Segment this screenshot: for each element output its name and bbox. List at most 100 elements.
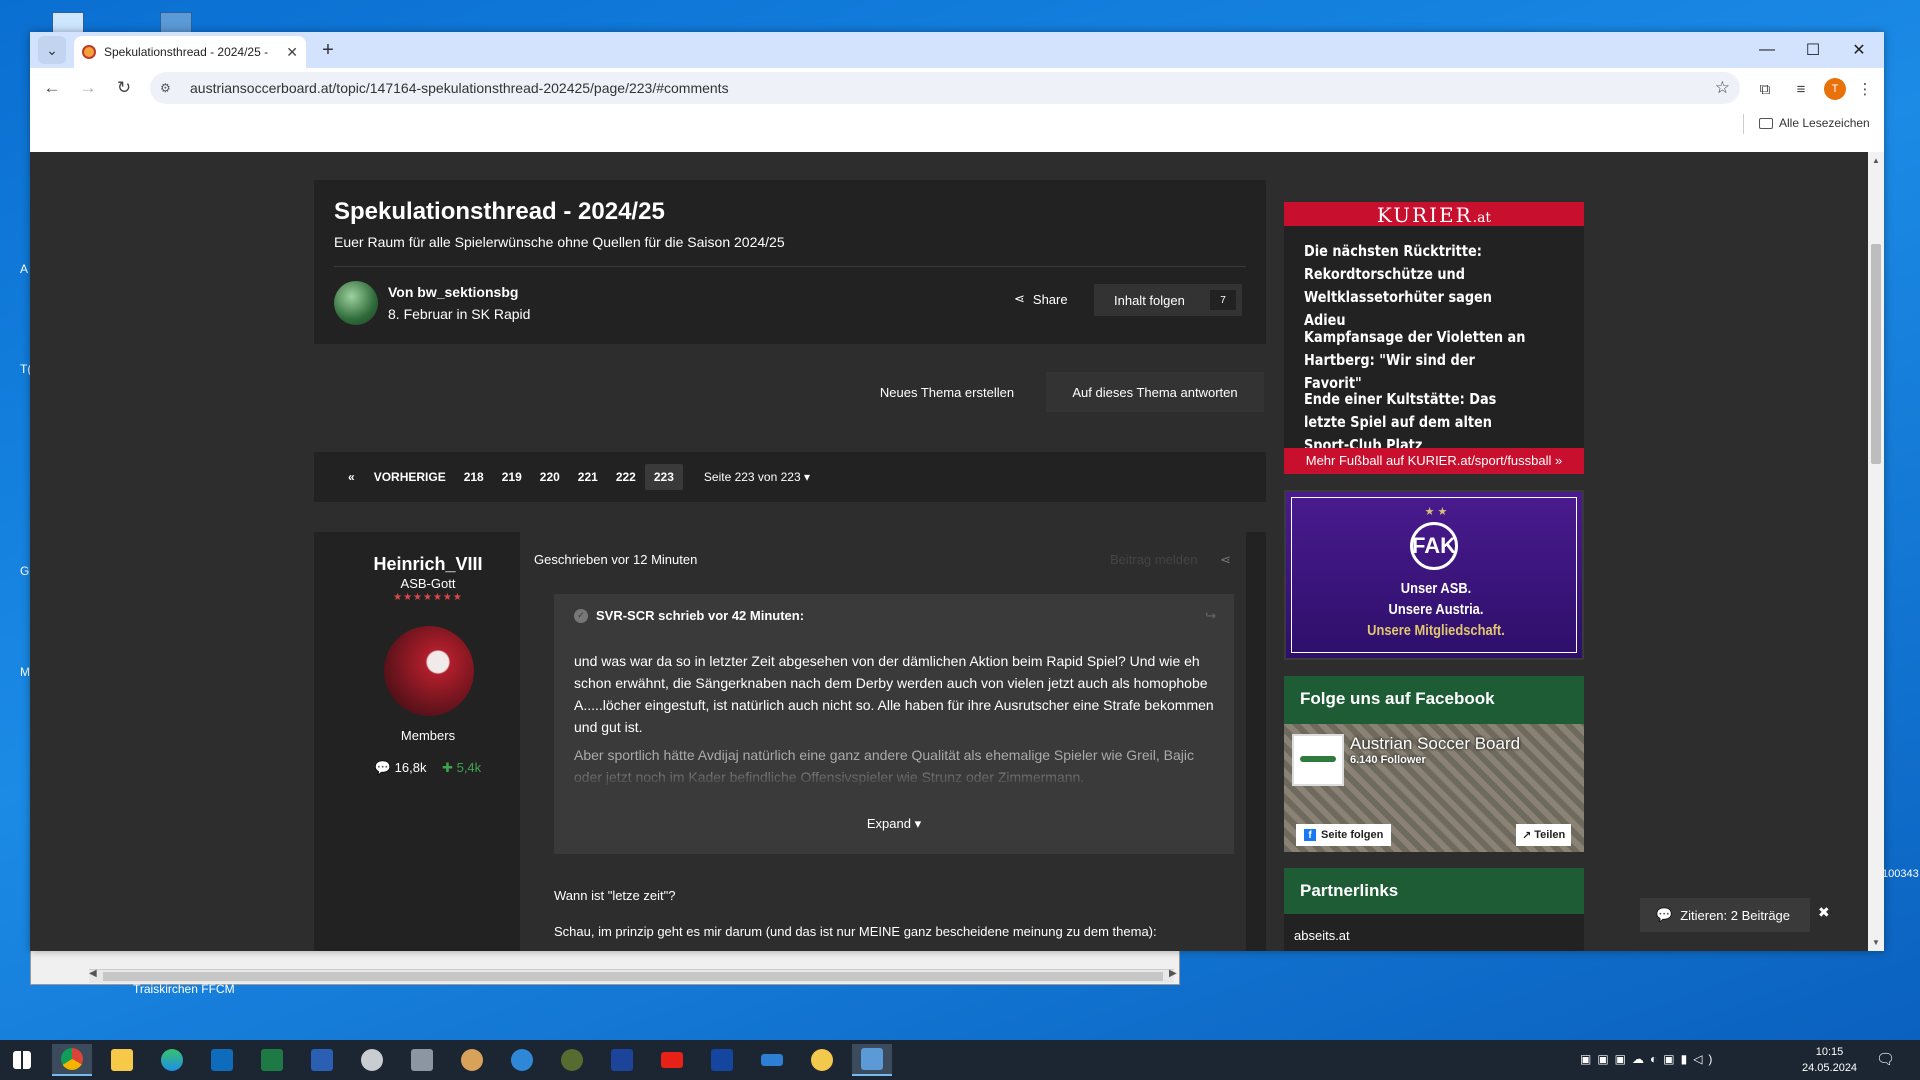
facebook-widget: Folge uns auf Facebook Austrian Soccer B… bbox=[1284, 676, 1584, 852]
expand-quote-button[interactable]: Expand ▾ bbox=[554, 816, 1234, 832]
media-controls-icon[interactable]: ≡ bbox=[1790, 78, 1812, 100]
page-link[interactable]: 218 bbox=[455, 464, 493, 490]
background-window[interactable]: ◀ ▶ bbox=[30, 945, 1180, 985]
first-page-icon[interactable]: « bbox=[334, 464, 365, 490]
austria-membership-banner[interactable]: ★ ★ FAK Unser ASB. Unsere Austria. Unser… bbox=[1284, 490, 1584, 660]
close-icon[interactable]: ✖ bbox=[1818, 904, 1830, 921]
youtube-taskbar-icon[interactable] bbox=[652, 1044, 692, 1076]
multiquote-label: Zitieren: 2 Beiträge bbox=[1680, 907, 1791, 923]
thread-date: 8. Februar in SK Rapid bbox=[388, 306, 531, 322]
goto-quote-icon[interactable]: ↪ bbox=[1205, 608, 1216, 624]
post-timestamp[interactable]: Geschrieben vor 12 Minuten bbox=[534, 552, 697, 567]
app-taskbar-icon[interactable] bbox=[802, 1044, 842, 1076]
app-taskbar-icon[interactable] bbox=[352, 1044, 392, 1076]
app-taskbar-icon[interactable] bbox=[752, 1044, 792, 1076]
facebook-share-button[interactable]: ↗ Teilen bbox=[1516, 824, 1572, 846]
page-scrollbar[interactable]: ▲ ▼ bbox=[1868, 152, 1884, 951]
tab-search-button[interactable]: ⌄ bbox=[38, 36, 66, 64]
browser-tab[interactable]: Spekulationsthread - 2024/25 - ✕ bbox=[74, 36, 306, 68]
new-tab-button[interactable]: + bbox=[314, 36, 342, 64]
news-headline[interactable]: Kampfansage der Violetten an Hartberg: "… bbox=[1304, 326, 1536, 395]
site-info-icon[interactable]: ⚙ bbox=[160, 81, 178, 95]
page-jump-dropdown[interactable]: Seite 223 von 223 ▾ bbox=[695, 464, 819, 490]
scroll-down-icon[interactable]: ▼ bbox=[1872, 938, 1880, 947]
app-taskbar-icon[interactable] bbox=[852, 1044, 892, 1076]
kurier-logo[interactable]: KURIER.at bbox=[1284, 202, 1584, 227]
system-tray-icons[interactable]: ▣▣▣☁◐▣▮◁) bbox=[1580, 1052, 1718, 1066]
divider bbox=[334, 266, 1246, 267]
previous-page-link[interactable]: VORHERIGE bbox=[365, 464, 455, 490]
extensions-icon[interactable]: ⧉ bbox=[1754, 78, 1776, 100]
page-link[interactable]: 219 bbox=[493, 464, 531, 490]
close-tab-icon[interactable]: ✕ bbox=[286, 44, 298, 61]
app-taskbar-icon[interactable] bbox=[452, 1044, 492, 1076]
user-rank: ASB-Gott bbox=[400, 576, 456, 591]
excel-taskbar-icon[interactable] bbox=[252, 1044, 292, 1076]
follow-button[interactable]: Inhalt folgen 7 bbox=[1094, 284, 1242, 316]
tab-title: Spekulationsthread - 2024/25 - bbox=[104, 45, 269, 59]
multiquote-button[interactable]: 💬 Zitieren: 2 Beiträge bbox=[1640, 898, 1810, 932]
taskbar: ▣▣▣☁◐▣▮◁) 10:15 24.05.2024 🗨 bbox=[0, 1040, 1920, 1080]
page-link[interactable]: 220 bbox=[531, 464, 569, 490]
calculator-taskbar-icon[interactable] bbox=[402, 1044, 442, 1076]
web-page: Spekulationsthread - 2024/25 Euer Raum f… bbox=[30, 152, 1868, 951]
scrollbar-thumb[interactable] bbox=[1871, 244, 1881, 464]
notification-icon[interactable]: 🗨 bbox=[1876, 1050, 1895, 1068]
kurier-logo-suffix: .at bbox=[1472, 210, 1492, 226]
page-link[interactable]: 221 bbox=[569, 464, 607, 490]
bookmarks-bar: Alle Lesezeichen bbox=[30, 108, 1884, 140]
edge-taskbar-icon[interactable] bbox=[152, 1044, 192, 1076]
partner-link[interactable]: abseits.at bbox=[1294, 928, 1350, 943]
profile-avatar[interactable]: T bbox=[1824, 78, 1846, 100]
post-text: Wann ist "letze zeit"? bbox=[554, 888, 676, 903]
reload-button[interactable]: ↻ bbox=[110, 74, 138, 102]
current-page[interactable]: 223 bbox=[644, 464, 683, 490]
folder-icon bbox=[1759, 117, 1773, 129]
scrollbar-thumb[interactable] bbox=[103, 972, 1163, 981]
minimize-button[interactable]: — bbox=[1744, 32, 1790, 68]
author-avatar[interactable] bbox=[334, 281, 378, 325]
chrome-taskbar-icon[interactable] bbox=[52, 1044, 92, 1076]
new-topic-button[interactable]: Neues Thema erstellen bbox=[852, 372, 1042, 412]
kurier-logo-text: KURIER bbox=[1376, 203, 1473, 227]
share-button[interactable]: ⋖ Share bbox=[1014, 291, 1068, 307]
facebook-follow-button[interactable]: f Seite folgen bbox=[1296, 824, 1392, 846]
close-window-button[interactable]: ✕ bbox=[1836, 32, 1882, 68]
bookmark-star-icon[interactable]: ☆ bbox=[1715, 78, 1730, 98]
maximize-button[interactable]: ☐ bbox=[1790, 32, 1836, 68]
scroll-right-icon[interactable]: ▶ bbox=[1169, 968, 1177, 979]
clock[interactable]: 10:15 24.05.2024 bbox=[1802, 1044, 1857, 1076]
app-taskbar-icon[interactable] bbox=[552, 1044, 592, 1076]
all-bookmarks-button[interactable]: Alle Lesezeichen bbox=[1759, 116, 1870, 130]
user-avatar[interactable] bbox=[384, 626, 474, 716]
banner-text: Unsere Mitgliedschaft. bbox=[1367, 622, 1505, 639]
share-post-icon[interactable]: ⋖ bbox=[1220, 552, 1231, 568]
page-link[interactable]: 222 bbox=[607, 464, 645, 490]
url-text[interactable]: austriansoccerboard.at/topic/147164-spek… bbox=[190, 80, 729, 96]
post-username[interactable]: Heinrich_VIII bbox=[314, 554, 542, 575]
scroll-left-icon[interactable]: ◀ bbox=[89, 968, 97, 979]
divider bbox=[1743, 114, 1744, 134]
reply-topic-button[interactable]: Auf dieses Thema antworten bbox=[1046, 372, 1264, 412]
kurier-more-link[interactable]: Mehr Fußball auf KURIER.at/sport/fussbal… bbox=[1284, 448, 1584, 474]
menu-icon[interactable]: ⋮ bbox=[1854, 78, 1876, 100]
gmx-taskbar-icon[interactable] bbox=[602, 1044, 642, 1076]
facebook-page-card[interactable]: Austrian Soccer Board 6.140 Follower f S… bbox=[1284, 724, 1584, 852]
file-explorer-taskbar-icon[interactable] bbox=[102, 1044, 142, 1076]
back-button[interactable]: ← bbox=[38, 74, 66, 102]
news-headline[interactable]: Ende einer Kultstätte: Das letzte Spiel … bbox=[1304, 388, 1536, 457]
forward-button[interactable]: → bbox=[74, 74, 102, 102]
app-taskbar-icon[interactable] bbox=[702, 1044, 742, 1076]
banner-text: Unsere Austria. bbox=[1388, 601, 1484, 618]
outlook-taskbar-icon[interactable] bbox=[202, 1044, 242, 1076]
facebook-page-name[interactable]: Austrian Soccer Board bbox=[1350, 734, 1520, 754]
word-taskbar-icon[interactable] bbox=[302, 1044, 342, 1076]
news-headline[interactable]: Die nächsten Rücktritte: Rekordtorschütz… bbox=[1304, 240, 1536, 332]
scroll-up-icon[interactable]: ▲ bbox=[1872, 156, 1880, 165]
browser-window: ⌄ Spekulationsthread - 2024/25 - ✕ + — ☐… bbox=[30, 32, 1884, 951]
address-bar[interactable]: ⚙ austriansoccerboard.at/topic/147164-sp… bbox=[150, 72, 1740, 104]
author-name[interactable]: Von bw_sektionsbg bbox=[388, 284, 518, 300]
app-taskbar-icon[interactable] bbox=[502, 1044, 542, 1076]
report-post-link[interactable]: Beitrag melden bbox=[1110, 552, 1197, 567]
start-button[interactable] bbox=[2, 1044, 42, 1076]
